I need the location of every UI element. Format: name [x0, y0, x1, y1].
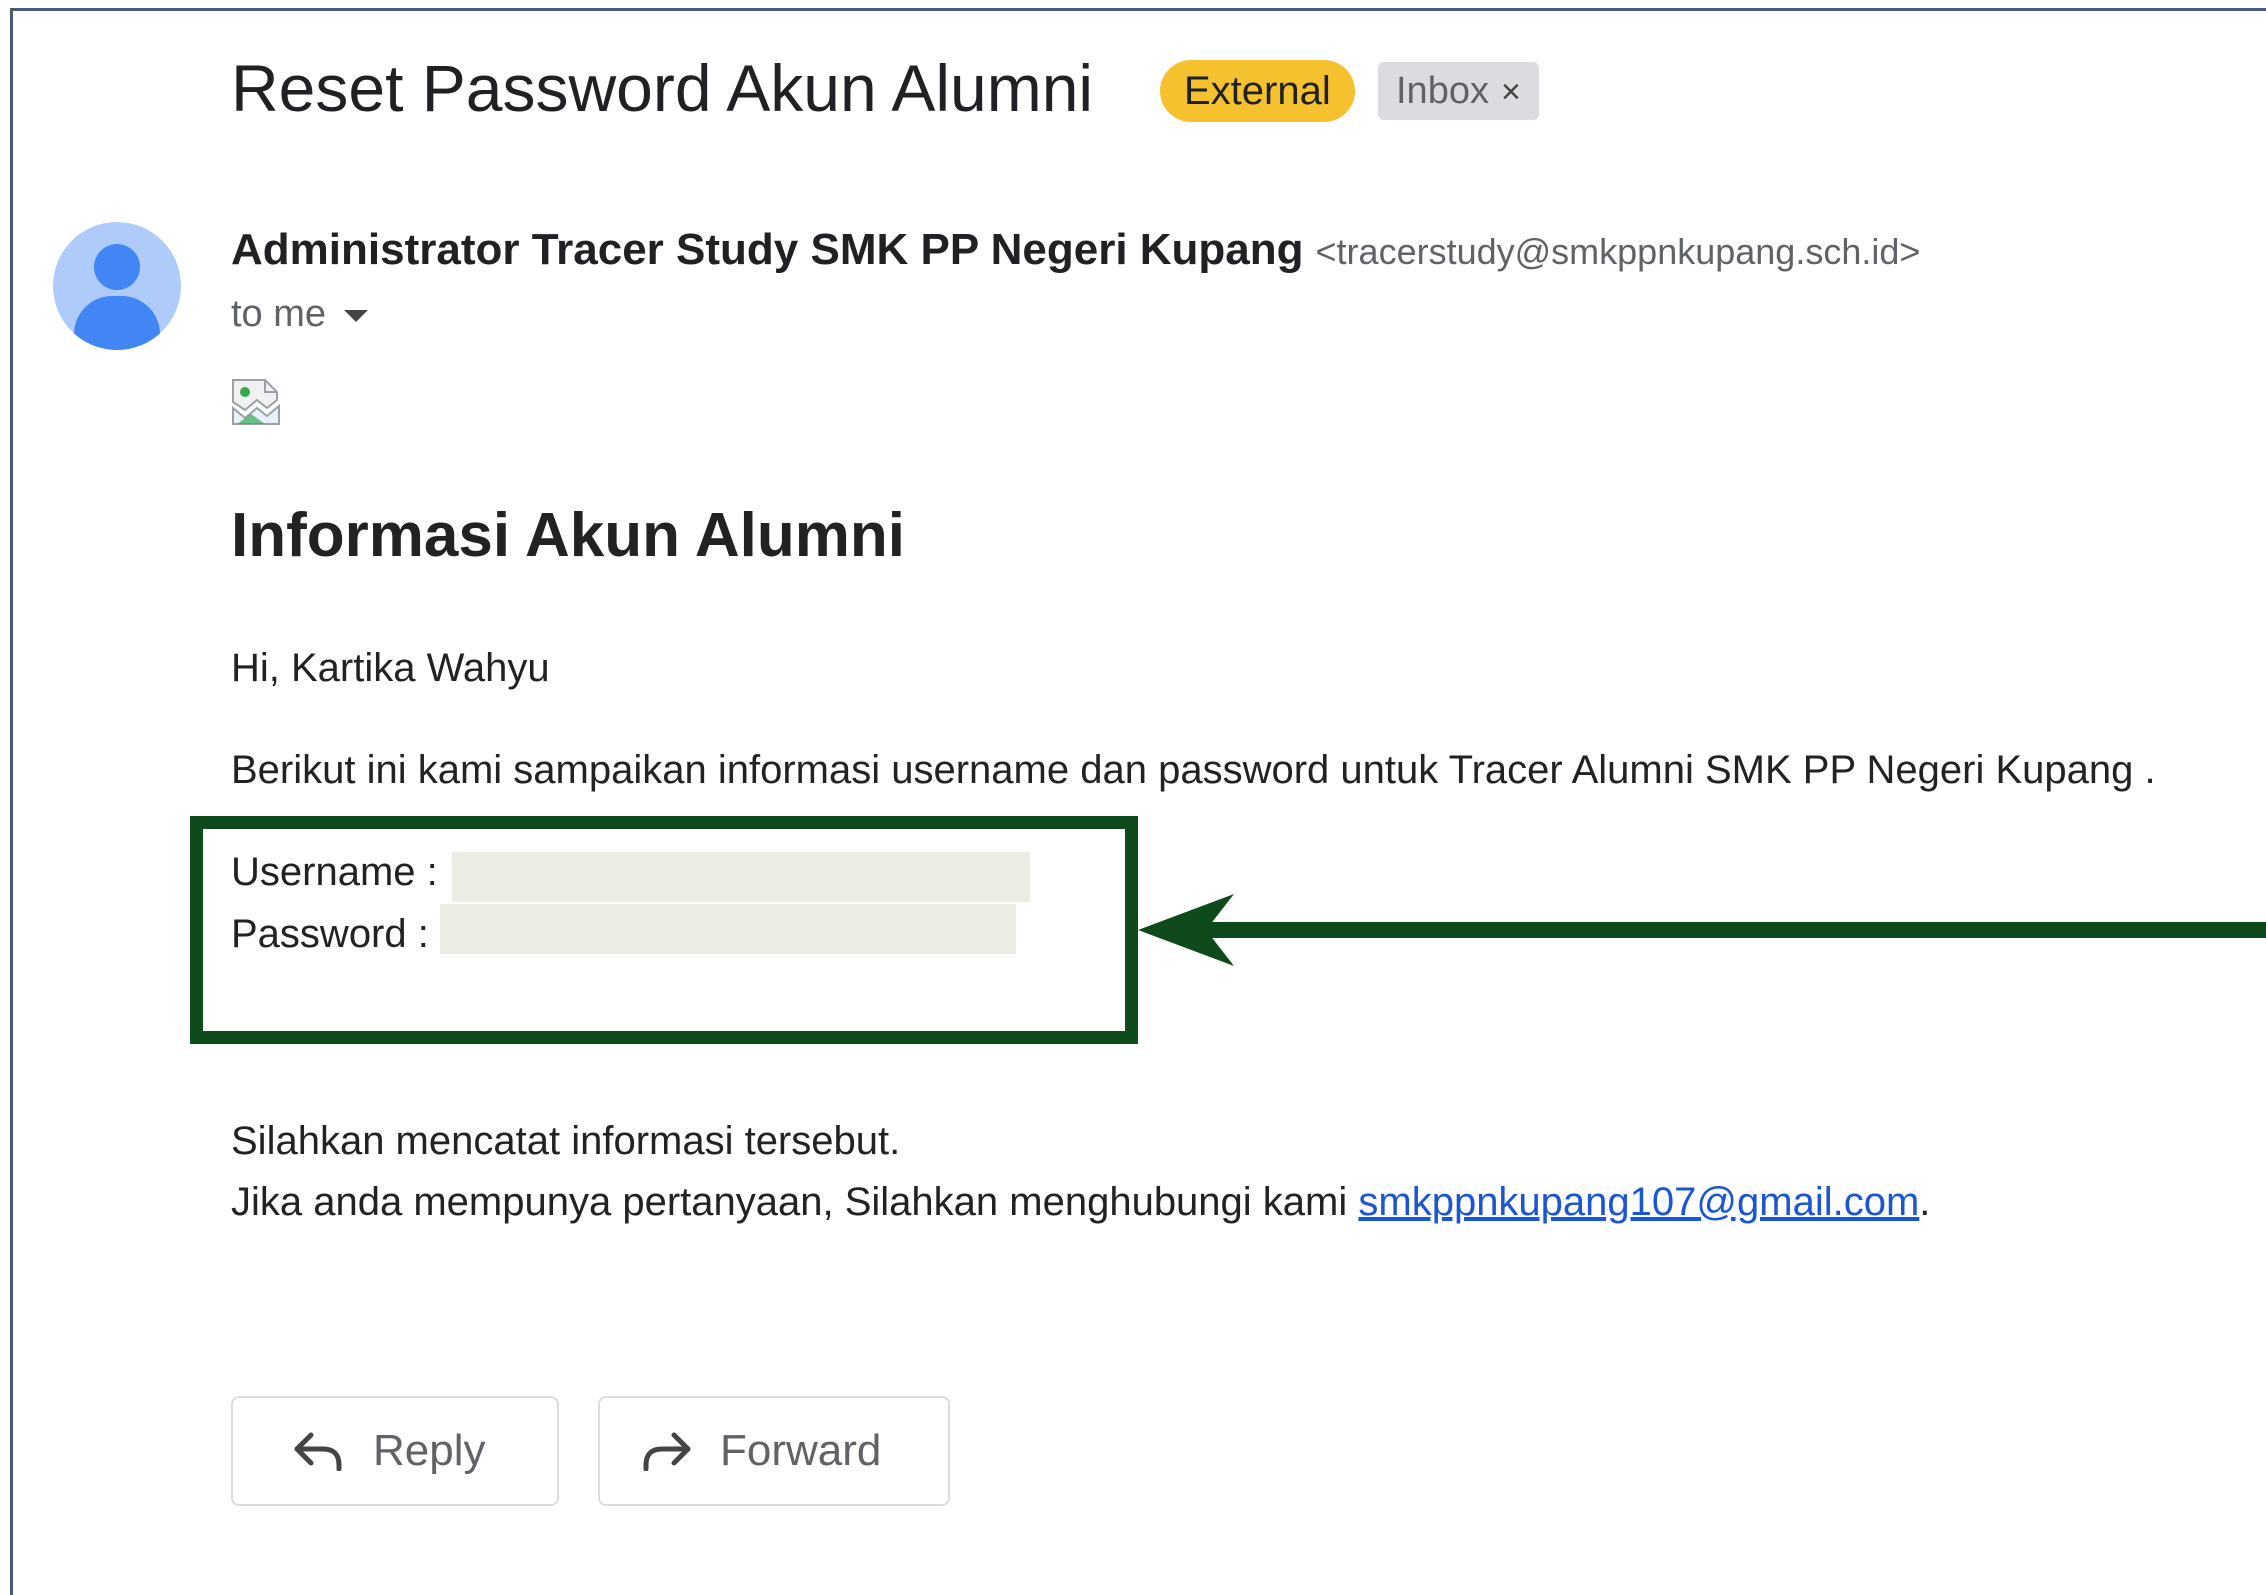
- broken-image-icon: [232, 379, 280, 425]
- intro-text: Berikut ini kami sampaikan informasi use…: [231, 748, 2156, 792]
- inbox-label[interactable]: Inbox ×: [1378, 62, 1539, 120]
- email-heading: Informasi Akun Alumni: [231, 501, 906, 570]
- annotation-arrow-icon: [1138, 894, 2266, 966]
- contact-email-link[interactable]: smkppnkupang107@gmail.com: [1358, 1180, 1919, 1224]
- contact-suffix: .: [1919, 1180, 1931, 1224]
- reply-button[interactable]: Reply: [231, 1396, 559, 1506]
- sender-email: <tracerstudy@smkppnkupang.sch.id>: [1315, 231, 1921, 272]
- sender-name[interactable]: Administrator Tracer Study SMK PP Negeri…: [231, 225, 1304, 274]
- reply-arrow-icon: [294, 1432, 342, 1471]
- contact-line: Jika anda mempunya pertanyaan, Silahkan …: [231, 1178, 1930, 1226]
- recipient-text: to me: [231, 293, 327, 335]
- external-label: External: [1160, 60, 1355, 122]
- forward-arrow-icon: [643, 1432, 691, 1471]
- greeting-text: Hi, Kartika Wahyu: [231, 646, 550, 690]
- sender-avatar[interactable]: [53, 222, 181, 350]
- person-icon-body: [74, 296, 160, 350]
- inbox-label-text: Inbox: [1396, 70, 1489, 112]
- sender-line: Administrator Tracer Study SMK PP Negeri…: [231, 225, 1920, 275]
- forward-button[interactable]: Forward: [598, 1396, 950, 1506]
- contact-prefix: Jika anda mempunya pertanyaan, Silahkan …: [231, 1180, 1359, 1224]
- email-subject: Reset Password Akun Alumni: [231, 51, 1094, 125]
- forward-label: Forward: [720, 1426, 882, 1475]
- remove-label-icon[interactable]: ×: [1501, 73, 1521, 111]
- person-icon: [94, 244, 140, 290]
- caret-down-icon[interactable]: [344, 309, 369, 322]
- reply-label: Reply: [373, 1426, 486, 1475]
- note-text: Silahkan mencatat informasi tersebut.: [231, 1119, 901, 1163]
- credentials-highlight-box: [190, 816, 1138, 1044]
- recipient-details[interactable]: to me: [231, 293, 369, 336]
